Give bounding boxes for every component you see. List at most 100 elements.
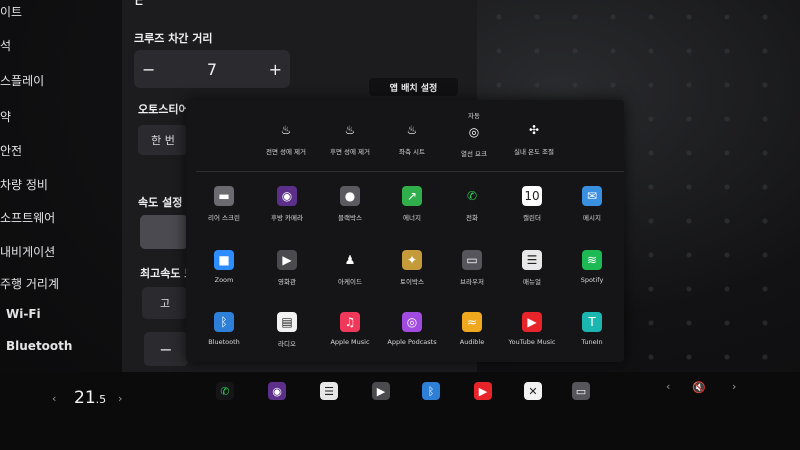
sidebar-item-trips[interactable]: 주행 거리계 bbox=[0, 275, 59, 292]
app-tile[interactable]: ▤ 라디오 bbox=[255, 312, 319, 348]
max-speed-option[interactable]: 고 bbox=[142, 287, 188, 319]
app-tile[interactable]: T TuneIn bbox=[560, 312, 624, 346]
sidebar-item-bluetooth[interactable]: Bluetooth bbox=[6, 339, 72, 353]
cruise-distance-value: 7 bbox=[206, 59, 218, 79]
energy-icon: ↗ bbox=[402, 186, 422, 206]
cruise-distance-label: 크루즈 차간 거리 bbox=[134, 32, 213, 45]
app-label: 토이박스 bbox=[400, 278, 424, 286]
app-tile[interactable]: ☰ 매뉴얼 bbox=[500, 250, 564, 286]
app-tile[interactable]: ↗ 에너지 bbox=[380, 186, 444, 222]
app-tile[interactable]: ᛒ Bluetooth bbox=[192, 312, 256, 346]
rear-defrost-icon: ♨ bbox=[344, 123, 356, 137]
app-label: 블랙박스 bbox=[338, 214, 362, 222]
volume-muted-icon[interactable]: 🔇 bbox=[690, 378, 708, 396]
settings-sidebar: 이트 석 스플레이 약 안전 차량 정비 소프트웨어 내비게이션 주행 거리계 … bbox=[0, 0, 122, 372]
quick-control-front-defrost[interactable]: ♨ 전면 성에 제거 bbox=[254, 120, 318, 156]
camera-icon[interactable]: ◉ bbox=[268, 382, 286, 400]
app-tile[interactable]: ◉ 후방 카메라 bbox=[255, 186, 319, 222]
app-label: 캘린더 bbox=[523, 214, 541, 222]
app-label: Zoom bbox=[214, 276, 234, 284]
volume-up-chevron-icon[interactable]: › bbox=[732, 380, 736, 393]
app-tile[interactable]: ✦ 토이박스 bbox=[380, 250, 444, 286]
manual-icon: ☰ bbox=[522, 250, 542, 270]
sidebar-item-display[interactable]: 스플레이 bbox=[0, 72, 44, 89]
app-label: Apple Podcasts bbox=[387, 338, 437, 346]
close-icon[interactable]: ✕ bbox=[524, 382, 542, 400]
app-tile[interactable]: ▭ 브라우저 bbox=[440, 250, 504, 286]
speed-option[interactable] bbox=[140, 215, 188, 249]
temperature-control[interactable]: 21.5 bbox=[74, 388, 106, 408]
sidebar-item-navigation[interactable]: 내비게이션 bbox=[0, 243, 55, 260]
spotify-icon: ≋ bbox=[582, 250, 602, 270]
arcade-icon: ♟ bbox=[340, 250, 360, 270]
app-label: Spotify bbox=[580, 276, 604, 284]
app-label: Apple Music bbox=[330, 338, 370, 346]
decrease-button[interactable]: − bbox=[144, 332, 188, 366]
divider bbox=[196, 171, 624, 172]
app-label: 리어 스크린 bbox=[208, 214, 240, 222]
quick-control-rear-defrost[interactable]: ♨ 후면 성에 제거 bbox=[318, 120, 382, 156]
seat-heater-icon: ♨ bbox=[406, 123, 418, 137]
youtube-music-icon[interactable]: ▶ bbox=[474, 382, 492, 400]
sidebar-item-software[interactable]: 소프트웨어 bbox=[0, 209, 55, 226]
app-tile[interactable]: ▶ YouTube Music bbox=[500, 312, 564, 346]
toybox-icon: ✦ bbox=[402, 250, 422, 270]
quick-control-label: 열선 요크 bbox=[461, 150, 487, 158]
dashcam-icon: ● bbox=[340, 186, 360, 206]
autosteer-option[interactable]: 한 번 bbox=[138, 125, 188, 155]
podcasts-icon: ◎ bbox=[402, 312, 422, 332]
browser-icon: ▭ bbox=[462, 250, 482, 270]
app-tile[interactable]: ♫ Apple Music bbox=[318, 312, 382, 346]
increase-button[interactable]: + bbox=[269, 60, 282, 79]
quick-control-climate[interactable]: ✣ 실내 온도 조절 bbox=[502, 120, 566, 156]
front-defrost-icon: ♨ bbox=[280, 123, 292, 137]
app-tile[interactable]: ✆ 전화 bbox=[440, 186, 504, 222]
app-layout-settings-button[interactable]: 앱 배치 설정 bbox=[369, 78, 458, 96]
app-label: 라디오 bbox=[278, 340, 296, 348]
sidebar-item-service[interactable]: 차량 정비 bbox=[0, 176, 48, 193]
bluetooth-icon[interactable]: ᛒ bbox=[422, 382, 440, 400]
app-tile[interactable]: ■ Zoom bbox=[192, 250, 256, 284]
phone-icon: ✆ bbox=[462, 186, 482, 206]
zoom-icon: ■ bbox=[214, 250, 234, 270]
volume-down-chevron-icon[interactable]: ‹ bbox=[666, 380, 670, 393]
bluetooth-icon: ᛒ bbox=[214, 312, 234, 332]
chevron-right-icon[interactable]: › bbox=[118, 392, 122, 405]
app-tile[interactable]: ♟ 아케이드 bbox=[318, 250, 382, 286]
audible-icon: ≈ bbox=[462, 312, 482, 332]
app-tile[interactable]: ▶ 영화관 bbox=[255, 250, 319, 286]
chevron-left-icon[interactable]: ‹ bbox=[52, 392, 56, 405]
app-label: TuneIn bbox=[581, 338, 603, 346]
app-label: 브라우저 bbox=[460, 278, 484, 286]
speed-setting-label: 속도 설정 bbox=[138, 196, 183, 209]
quick-control-seat[interactable]: ♨ 좌측 시트 bbox=[380, 120, 444, 156]
sidebar-item[interactable]: 이트 bbox=[0, 3, 22, 20]
temperature-decimal: .5 bbox=[95, 393, 107, 406]
app-tile[interactable]: ● 블랙박스 bbox=[318, 186, 382, 222]
app-label: 아케이드 bbox=[338, 278, 362, 286]
camera-icon: ◉ bbox=[277, 186, 297, 206]
phone-icon[interactable]: ✆ bbox=[216, 382, 234, 400]
app-tile[interactable]: ▬ 리어 스크린 bbox=[192, 186, 256, 222]
sidebar-item-wifi[interactable]: Wi-Fi bbox=[6, 307, 41, 321]
app-label: 에너지 bbox=[403, 214, 421, 222]
browser-icon[interactable]: ▭ bbox=[572, 382, 590, 400]
sidebar-item-safety[interactable]: 안전 bbox=[0, 142, 22, 159]
sidebar-item[interactable]: 석 bbox=[0, 37, 11, 54]
app-tile[interactable]: ◎ Apple Podcasts bbox=[380, 312, 444, 346]
quick-control-label: 좌측 시트 bbox=[399, 148, 425, 156]
app-tile[interactable]: ✉ 메시지 bbox=[560, 186, 624, 222]
quick-control-heated-yoke[interactable]: 자동 ◎ 열선 요크 bbox=[442, 110, 506, 158]
decrease-button[interactable]: − bbox=[142, 60, 155, 79]
app-tile[interactable]: ≈ Audible bbox=[440, 312, 504, 346]
app-tile[interactable]: 10 캘린더 bbox=[500, 186, 564, 222]
app-label: 후방 카메라 bbox=[271, 214, 303, 222]
app-tile[interactable]: ≋ Spotify bbox=[560, 250, 624, 284]
theater-icon[interactable]: ▶ bbox=[372, 382, 390, 400]
sidebar-item[interactable]: 약 bbox=[0, 108, 11, 125]
app-label: 메시지 bbox=[583, 214, 601, 222]
theater-icon: ▶ bbox=[277, 250, 297, 270]
rear-screen-icon: ▬ bbox=[214, 186, 234, 206]
bottom-dock bbox=[0, 372, 800, 450]
manual-icon[interactable]: ☰ bbox=[320, 382, 338, 400]
